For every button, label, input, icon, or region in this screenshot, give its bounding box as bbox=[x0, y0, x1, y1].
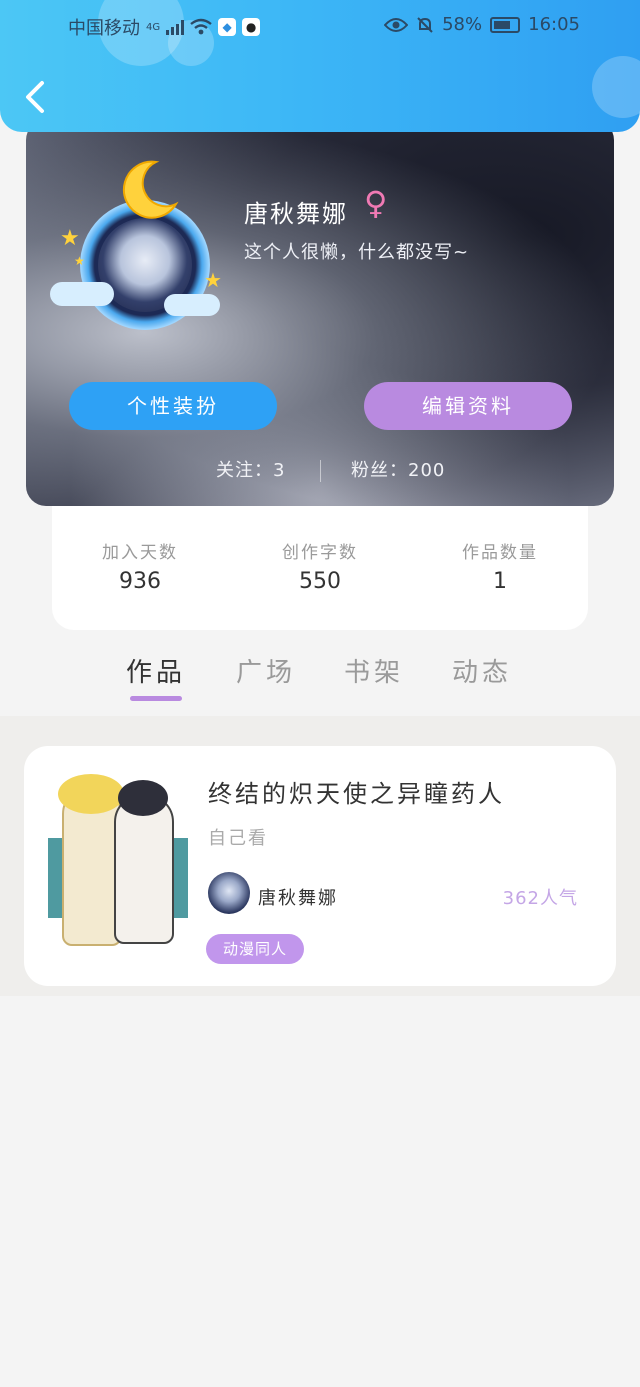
network-type: 4G bbox=[146, 21, 161, 33]
author-avatar[interactable] bbox=[208, 872, 250, 914]
fans-label: 粉丝： bbox=[351, 460, 408, 481]
battery-icon bbox=[490, 16, 521, 33]
work-description: 自己看 bbox=[208, 828, 268, 849]
author-name[interactable]: 唐秋舞娜 bbox=[258, 884, 338, 910]
work-card[interactable]: 终结的炽天使之异瞳药人 自己看 唐秋舞娜 362人气 动漫同人 bbox=[24, 746, 616, 986]
carrier-text: 中国移动 bbox=[68, 18, 140, 39]
work-cover-image bbox=[48, 768, 188, 952]
tab-works[interactable]: 作品 bbox=[116, 652, 196, 689]
active-tab-indicator bbox=[130, 696, 182, 701]
status-left: 中国移动 4G ◆ ● bbox=[68, 14, 261, 40]
stat-value: 550 bbox=[299, 569, 341, 594]
stat-label: 加入天数 bbox=[102, 543, 178, 563]
avatar[interactable]: ★ ★ ★ bbox=[50, 156, 224, 330]
eye-icon bbox=[384, 17, 409, 32]
stat-label: 作品数量 bbox=[462, 543, 538, 563]
cover-figure-hair bbox=[118, 780, 168, 816]
stat-label: 创作字数 bbox=[282, 543, 358, 563]
star-icon: ★ bbox=[60, 226, 80, 251]
star-icon: ★ bbox=[74, 254, 85, 268]
cloud-decor bbox=[164, 294, 220, 316]
stat-work-count: 作品数量 1 bbox=[440, 538, 560, 594]
star-icon: ★ bbox=[204, 268, 222, 292]
follow-stats: 关注：3 粉丝：200 bbox=[26, 456, 614, 486]
stat-value: 1 bbox=[493, 569, 507, 594]
mute-bell-icon bbox=[417, 16, 433, 33]
signal-icon bbox=[166, 19, 185, 35]
female-gender-icon: ♀ bbox=[364, 184, 388, 222]
status-bar: 中国移动 4G ◆ ● 58% 16:05 bbox=[0, 10, 640, 40]
stats-card: 加入天数 936 创作字数 550 作品数量 1 bbox=[52, 500, 588, 630]
tab-activity[interactable]: 动态 bbox=[442, 652, 522, 689]
following-stat[interactable]: 关注：3 bbox=[216, 456, 285, 482]
tab-square[interactable]: 广场 bbox=[226, 652, 306, 689]
stat-value: 936 bbox=[119, 569, 161, 594]
category-tag[interactable]: 动漫同人 bbox=[206, 934, 304, 964]
battery-percent: 58% bbox=[442, 14, 483, 35]
qq-icon: ● bbox=[242, 18, 261, 36]
status-right: 58% 16:05 bbox=[384, 14, 580, 35]
cover-figure bbox=[114, 794, 174, 944]
moon-icon bbox=[122, 160, 179, 219]
user-name: 唐秋舞娜 bbox=[244, 200, 348, 228]
tab-bookshelf[interactable]: 书架 bbox=[334, 652, 414, 689]
tab-bar: 作品 广场 书架 动态 bbox=[0, 640, 640, 716]
cover-figure-hair bbox=[58, 774, 124, 814]
cloud-decor bbox=[50, 282, 114, 306]
dress-up-button[interactable]: 个性装扮 bbox=[69, 382, 277, 430]
stat-word-count: 创作字数 550 bbox=[260, 538, 380, 594]
header-bar: 中国移动 4G ◆ ● 58% 16:05 bbox=[0, 0, 640, 132]
following-count: 3 bbox=[273, 460, 286, 481]
edit-profile-button[interactable]: 编辑资料 bbox=[364, 382, 572, 430]
following-label: 关注： bbox=[216, 460, 273, 481]
stat-join-days: 加入天数 936 bbox=[80, 538, 200, 594]
back-chevron-left-icon[interactable] bbox=[22, 80, 50, 114]
wifi-icon bbox=[190, 18, 212, 35]
decor-bubble bbox=[592, 56, 640, 118]
user-bio: 这个人很懒，什么都没写~ bbox=[244, 242, 470, 263]
popularity-count: 362人气 bbox=[502, 888, 578, 909]
work-title[interactable]: 终结的炽天使之异瞳药人 bbox=[208, 774, 505, 809]
fans-stat[interactable]: 粉丝：200 bbox=[351, 456, 445, 482]
app-badge-icon: ◆ bbox=[218, 18, 237, 36]
fans-count: 200 bbox=[408, 460, 446, 481]
profile-card: ★ ★ ★ 唐秋舞娜 ♀ 这个人很懒，什么都没写~ 个性装扮 编辑资料 关注：3… bbox=[26, 120, 614, 506]
clock-text: 16:05 bbox=[528, 14, 580, 35]
divider bbox=[320, 460, 321, 482]
